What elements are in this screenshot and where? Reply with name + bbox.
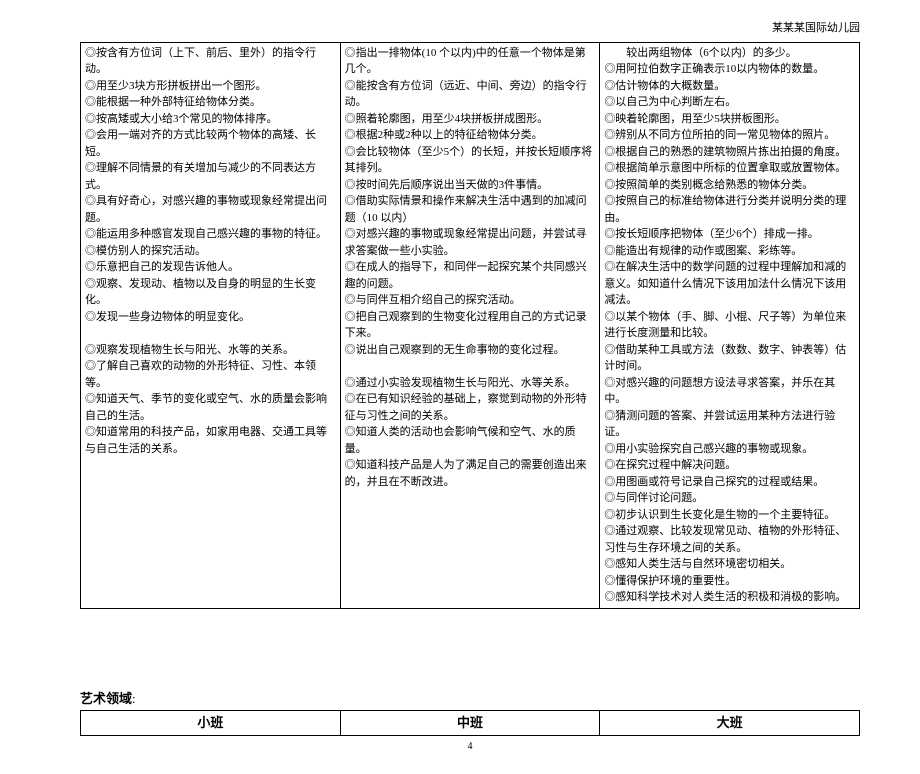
- list-item: ◎能运用多种感官发现自己感兴趣的事物的特征。: [85, 226, 336, 243]
- list-item: ◎根据2种或2种以上的特征给物体分类。: [345, 127, 596, 144]
- list-item: ◎用图画或符号记录自己探究的过程或结果。: [604, 474, 855, 491]
- list-item: ◎映着轮廓图，用至少5块拼板图形。: [604, 111, 855, 128]
- page-number: 4: [80, 739, 860, 754]
- list-item: ◎辨别从不同方位所拍的同一常见物体的照片。: [604, 127, 855, 144]
- list-item: ◎具有好奇心，对感兴趣的事物或现象经常提出问题。: [85, 193, 336, 226]
- list-item: [85, 325, 336, 342]
- list-item: ◎模仿别人的探究活动。: [85, 243, 336, 260]
- list-item: ◎了解自己喜欢的动物的外形特征、习性、本领等。: [85, 358, 336, 391]
- list-item: ◎按时间先后顺序说出当天做的3件事情。: [345, 177, 596, 194]
- list-item: ◎会比较物体（至少5个）的长短，并按长短顺序将其排列。: [345, 144, 596, 177]
- list-item: ◎按长短顺序把物体（至少6个）排成一排。: [604, 226, 855, 243]
- list-item: ◎按高矮或大小给3个常见的物体排序。: [85, 111, 336, 128]
- page-header: 某某某国际幼儿园: [80, 20, 860, 37]
- level-cell-middle: 中班: [340, 711, 600, 736]
- list-item: ◎在已有知识经验的基础上，察觉到动物的外形特征与习性之间的关系。: [345, 391, 596, 424]
- list-item: ◎能根据一种外部特征给物体分类。: [85, 94, 336, 111]
- list-item: ◎在解决生活中的数学问题的过程中理解加和减的意义。如知道什么情况下该用加法什么情…: [604, 259, 855, 309]
- list-item: ◎猜测问题的答案、并尝试运用某种方法进行验证。: [604, 408, 855, 441]
- list-item: ◎指出一排物体(10 个以内)中的任意一个物体是第几个。: [345, 45, 596, 78]
- list-item: ◎观察、发现动、植物以及自身的明显的生长变化。: [85, 276, 336, 309]
- column-1-list: ◎按含有方位词（上下、前后、里外）的指令行动。◎用至少3块方形拼板拼出一个图形。…: [85, 45, 336, 458]
- list-item: ◎对感兴趣的事物或现象经常提出问题，并尝试寻求答案做一些小实验。: [345, 226, 596, 259]
- list-item: [345, 358, 596, 375]
- list-item: ◎与同伴讨论问题。: [604, 490, 855, 507]
- list-item: ◎估计物体的大概数量。: [604, 78, 855, 95]
- list-item: ◎通过小实验发现植物生长与阳光、水等关系。: [345, 375, 596, 392]
- list-item: ◎通过观察、比较发现常见动、植物的外形特征、习性与生存环境之间的关系。: [604, 523, 855, 556]
- list-item: ◎会用一端对齐的方式比较两个物体的高矮、长短。: [85, 127, 336, 160]
- list-item: ◎用小实验探究自己感兴趣的事物或现象。: [604, 441, 855, 458]
- list-item: ◎对感兴趣的问题想方设法寻求答案，并乐在其中。: [604, 375, 855, 408]
- list-item: ◎照着轮廓图，用至少4块拼板拼成图形。: [345, 111, 596, 128]
- list-item: ◎在成人的指导下，和同伴一起探究某个共同感兴趣的问题。: [345, 259, 596, 292]
- list-item: ◎以某个物体（手、脚、小棍、尺子等）为单位来进行长度测量和比较。: [604, 309, 855, 342]
- list-item: ◎知道常用的科技产品，如家用电器、交通工具等与自己生活的关系。: [85, 424, 336, 457]
- list-item: ◎能造出有规律的动作或图案、彩练等。: [604, 243, 855, 260]
- list-item: ◎借助某种工具或方法（数数、数字、钟表等）估计时间。: [604, 342, 855, 375]
- list-item: ◎能按含有方位词（远近、中间、旁边）的指令行动。: [345, 78, 596, 111]
- list-item: ◎与同伴互相介绍自己的探究活动。: [345, 292, 596, 309]
- list-item: ◎按含有方位词（上下、前后、里外）的指令行动。: [85, 45, 336, 78]
- list-item: ◎乐意把自己的发现告诉他人。: [85, 259, 336, 276]
- list-item: ◎借助实际情景和操作来解决生活中遇到的加减问题（10 以内）: [345, 193, 596, 226]
- list-item: ◎发现一些身边物体的明显变化。: [85, 309, 336, 326]
- list-item: ◎感知人类生活与自然环境密切相关。: [604, 556, 855, 573]
- list-item: ◎把自己观察到的生物变化过程用自己的方式记录下来。: [345, 309, 596, 342]
- level-cell-small: 小班: [81, 711, 341, 736]
- section-label-text: 艺术领域: [80, 691, 132, 706]
- section-colon: :: [132, 691, 136, 706]
- list-item: ◎理解不同情景的有关增加与减少的不同表达方式。: [85, 160, 336, 193]
- section-title: 艺术领域:: [80, 689, 860, 709]
- list-item: ◎知道人类的活动也会影响气候和空气、水的质量。: [345, 424, 596, 457]
- list-item: ◎知道科技产品是人为了满足自己的需要创造出来的，并且在不断改进。: [345, 457, 596, 490]
- list-item: ◎懂得保护环境的重要性。: [604, 573, 855, 590]
- list-item: ◎以自己为中心判断左右。: [604, 94, 855, 111]
- list-item: ◎初步认识到生长变化是生物的一个主要特征。: [604, 507, 855, 524]
- list-item: ◎在探究过程中解决问题。: [604, 457, 855, 474]
- list-item: ◎根据自己的熟悉的建筑物照片拣出拍摄的角度。: [604, 144, 855, 161]
- list-item: ◎用至少3块方形拼板拼出一个图形。: [85, 78, 336, 95]
- list-item: 较出两组物体（6个以内）的多少。: [604, 45, 855, 62]
- list-item: ◎感知科学技术对人类生活的积极和消极的影响。: [604, 589, 855, 606]
- column-2-list: ◎指出一排物体(10 个以内)中的任意一个物体是第几个。◎能按含有方位词（远近、…: [345, 45, 596, 491]
- list-item: ◎按照自己的标准给物体进行分类并说明分类的理由。: [604, 193, 855, 226]
- list-item: ◎按照简单的类别概念给熟悉的物体分类。: [604, 177, 855, 194]
- list-item: ◎根据简单示意图中所标的位置拿取或放置物体。: [604, 160, 855, 177]
- list-item: ◎观察发现植物生长与阳光、水等的关系。: [85, 342, 336, 359]
- content-table: ◎按含有方位词（上下、前后、里外）的指令行动。◎用至少3块方形拼板拼出一个图形。…: [80, 42, 860, 609]
- list-item: ◎说出自己观察到的无生命事物的变化过程。: [345, 342, 596, 359]
- column-3-list: 较出两组物体（6个以内）的多少。◎用阿拉伯数字正确表示10以内物体的数量。◎估计…: [604, 45, 855, 606]
- level-cell-large: 大班: [600, 711, 860, 736]
- list-item: ◎用阿拉伯数字正确表示10以内物体的数量。: [604, 61, 855, 78]
- list-item: ◎知道天气、季节的变化或空气、水的质量会影响自己的生活。: [85, 391, 336, 424]
- level-table: 小班 中班 大班: [80, 710, 860, 736]
